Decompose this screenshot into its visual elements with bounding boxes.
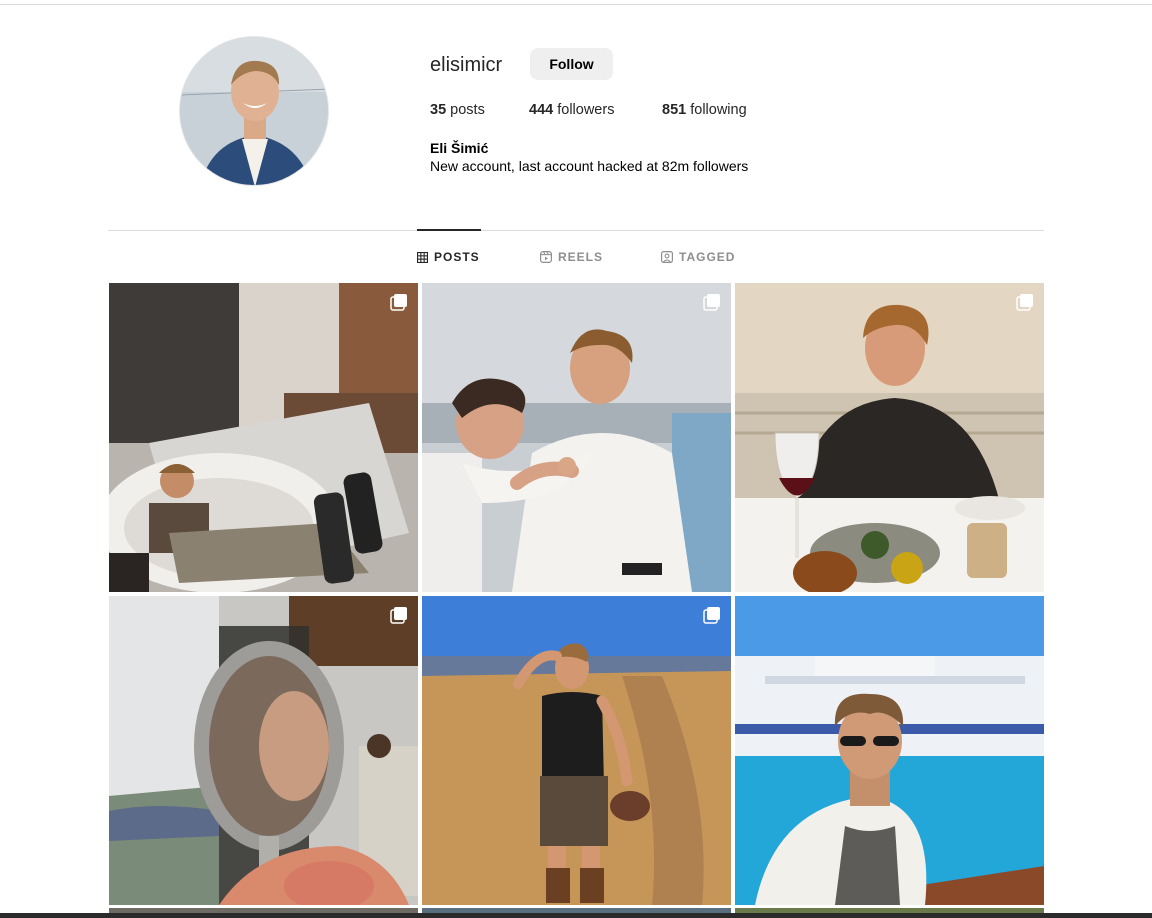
posts-count-stat: 35 posts (430, 102, 485, 118)
post-tile[interactable] (109, 283, 418, 592)
active-tab-indicator (417, 229, 481, 231)
post-tile[interactable] (422, 283, 731, 592)
following-label: following (690, 102, 747, 118)
tagged-icon (661, 251, 673, 263)
follow-button[interactable]: Follow (530, 48, 613, 80)
tab-posts-label: POSTS (434, 250, 480, 264)
avatar-photo (180, 37, 328, 185)
carousel-icon (390, 294, 407, 311)
post-photo (735, 596, 1044, 905)
posts-label: posts (450, 102, 485, 118)
post-tile[interactable] (735, 283, 1044, 592)
post-photo (109, 283, 418, 592)
tab-posts[interactable]: POSTS (417, 250, 480, 264)
following-count: 851 (662, 102, 687, 118)
posts-count: 35 (430, 102, 447, 118)
post-photo (422, 283, 731, 592)
reels-icon (540, 251, 552, 263)
post-photo (735, 283, 1044, 592)
profile-username: elisimicr (430, 54, 503, 76)
tab-tagged-label: TAGGED (679, 250, 736, 264)
following-stat-link[interactable]: 851 following (662, 102, 747, 118)
followers-count: 444 (529, 102, 554, 118)
tabs-divider (108, 230, 1044, 231)
bottom-bar (0, 913, 1152, 918)
followers-label: followers (557, 102, 615, 118)
followers-stat-link[interactable]: 444 followers (529, 102, 614, 118)
carousel-icon (390, 607, 407, 624)
grid-icon (417, 251, 428, 263)
tab-reels[interactable]: REELS (540, 250, 603, 264)
carousel-icon (703, 607, 720, 624)
post-photo (422, 596, 731, 905)
profile-avatar[interactable] (179, 36, 329, 186)
carousel-icon (703, 294, 720, 311)
tab-reels-label: REELS (558, 250, 604, 264)
post-tile[interactable] (422, 596, 731, 905)
post-photo (109, 596, 418, 905)
top-border (0, 4, 1152, 5)
post-tile[interactable] (735, 596, 1044, 905)
carousel-icon (1016, 294, 1033, 311)
profile-full-name: Eli Šimić (430, 140, 489, 156)
profile-bio: New account, last account hacked at 82m … (430, 158, 749, 174)
post-tile[interactable] (109, 596, 418, 905)
tab-tagged[interactable]: TAGGED (661, 250, 735, 264)
